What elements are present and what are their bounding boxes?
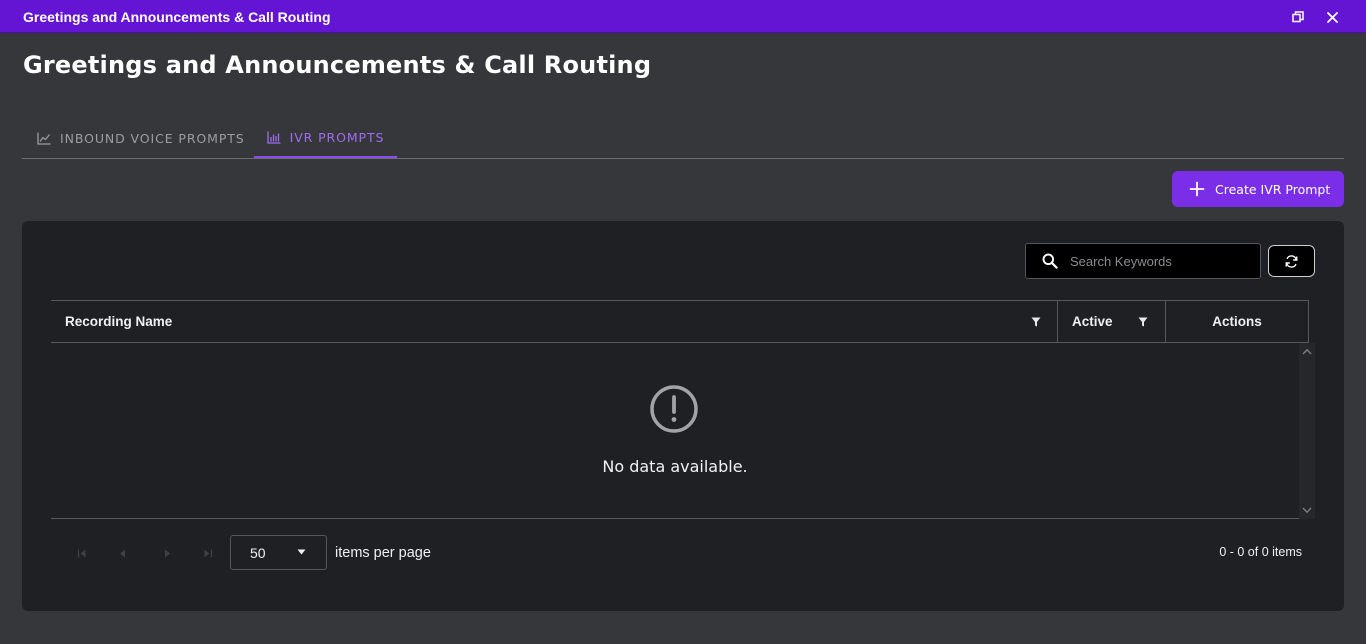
previous-page-icon[interactable] (115, 547, 129, 559)
next-page-icon[interactable] (161, 547, 175, 559)
first-page-icon[interactable] (75, 547, 89, 559)
page-size-dropdown[interactable]: 50 (230, 535, 327, 570)
page-title: Greetings and Announcements & Call Routi… (23, 51, 652, 79)
title-bar: Greetings and Announcements & Call Routi… (0, 0, 1366, 33)
grid-panel: Recording Name Active Actions No (22, 221, 1344, 611)
close-window-button[interactable] (1321, 6, 1343, 28)
app-window: Greetings and Announcements & Call Routi… (0, 0, 1366, 644)
line-chart-icon (37, 132, 51, 145)
no-data-message: No data available. (602, 457, 748, 476)
page-size-value: 50 (250, 544, 266, 561)
filter-icon[interactable] (1138, 317, 1148, 327)
restore-window-button[interactable] (1287, 6, 1309, 28)
column-header-active[interactable]: Active (1058, 301, 1166, 342)
bar-chart-icon (266, 131, 281, 144)
column-label: Active (1072, 314, 1113, 329)
last-page-icon[interactable] (201, 547, 215, 559)
chevron-down-icon[interactable] (1302, 505, 1312, 515)
tab-label: IVR PROMPTS (289, 129, 385, 145)
column-header-actions: Actions (1166, 301, 1308, 342)
tab-label: INBOUND VOICE PROMPTS (60, 130, 245, 146)
exclamation-circle-icon (650, 385, 698, 433)
filter-icon[interactable] (1031, 317, 1041, 327)
vertical-scrollbar[interactable] (1299, 343, 1315, 519)
tab-inbound-voice-prompts[interactable]: INBOUND VOICE PROMPTS (37, 118, 245, 158)
search-icon (1042, 253, 1058, 269)
caret-down-icon (297, 549, 306, 555)
restore-icon (1292, 11, 1304, 23)
column-label: Recording Name (65, 314, 173, 329)
search-box (1025, 243, 1261, 279)
column-label: Actions (1212, 314, 1262, 329)
grid-body: No data available. (51, 343, 1315, 519)
grid-header: Recording Name Active Actions (51, 300, 1309, 343)
pager: 50 items per page 0 - 0 of 0 items (51, 533, 1315, 573)
items-summary: 0 - 0 of 0 items (1219, 545, 1302, 559)
create-ivr-prompt-label: Create IVR Prompt (1215, 181, 1331, 197)
search-input[interactable] (1068, 252, 1248, 270)
create-ivr-prompt-button[interactable]: Create IVR Prompt (1172, 171, 1344, 207)
refresh-button[interactable] (1268, 245, 1315, 277)
tab-ivr-prompts[interactable]: IVR PROMPTS (254, 118, 397, 158)
close-icon (1326, 11, 1338, 23)
window-title: Greetings and Announcements & Call Routi… (23, 9, 331, 25)
tab-bar: INBOUND VOICE PROMPTS IVR PROMPTS (22, 118, 1344, 159)
chevron-up-icon[interactable] (1302, 346, 1312, 356)
refresh-icon (1285, 254, 1298, 268)
plus-icon (1189, 181, 1205, 197)
items-per-page-label: items per page (335, 545, 431, 561)
column-header-recording-name[interactable]: Recording Name (51, 301, 1058, 342)
